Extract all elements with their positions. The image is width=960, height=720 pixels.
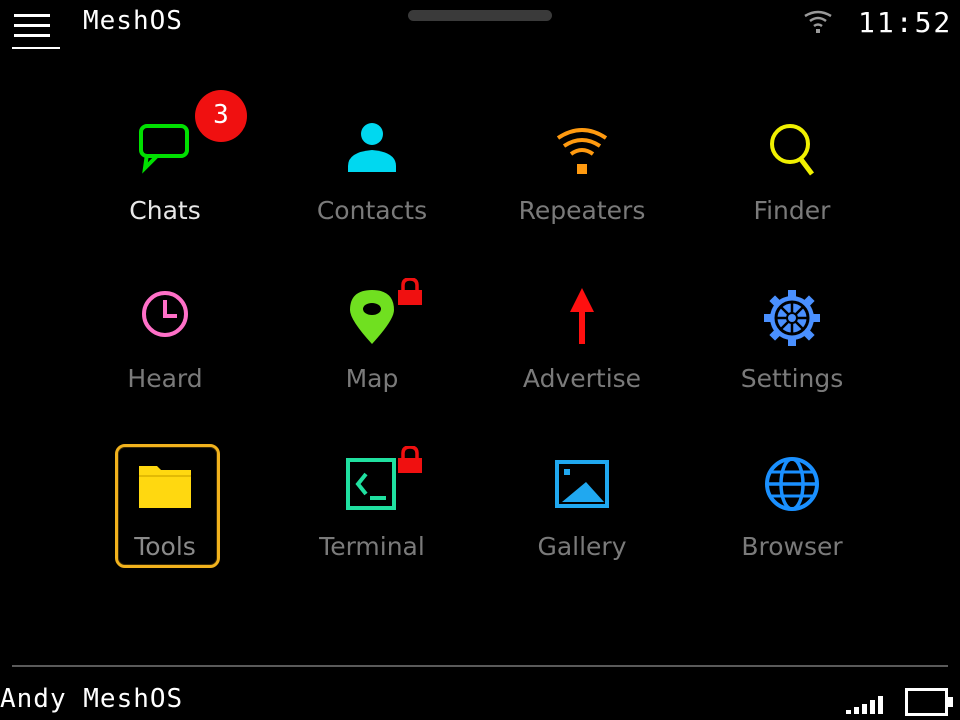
- app-map[interactable]: Map: [272, 288, 472, 418]
- app-label: Repeaters: [518, 196, 646, 225]
- app-label: Finder: [753, 196, 831, 225]
- image-icon: [555, 460, 609, 508]
- app-grid: Chats 3 Contacts Repeaters Finder Heard: [0, 0, 960, 660]
- map-pin-icon: [350, 290, 394, 344]
- app-label: Advertise: [522, 364, 642, 393]
- app-advertise[interactable]: Advertise: [482, 288, 682, 418]
- app-repeaters[interactable]: Repeaters: [482, 120, 682, 250]
- app-label: Tools: [134, 532, 196, 561]
- footer-divider: [12, 665, 948, 667]
- chat-bubble-icon: [139, 124, 189, 174]
- person-icon: [348, 123, 396, 172]
- app-label: Browser: [741, 532, 843, 561]
- app-chats[interactable]: Chats: [65, 120, 265, 250]
- signal-bars-icon[interactable]: [846, 694, 890, 714]
- unread-badge: 3: [195, 90, 247, 142]
- arrow-up-icon: [570, 288, 594, 344]
- app-finder[interactable]: Finder: [692, 120, 892, 250]
- clock-icon: [142, 291, 188, 337]
- app-label: Map: [345, 364, 399, 393]
- battery-icon[interactable]: [905, 688, 955, 716]
- app-label: Terminal: [319, 532, 425, 561]
- terminal-icon: [346, 458, 396, 510]
- app-label: Contacts: [316, 196, 428, 225]
- app-terminal[interactable]: Terminal: [272, 456, 472, 586]
- app-label: Chats: [129, 196, 201, 225]
- app-contacts[interactable]: Contacts: [272, 120, 472, 250]
- app-gallery[interactable]: Gallery: [482, 456, 682, 586]
- app-settings[interactable]: Settings: [692, 288, 892, 418]
- device-name: Andy MeshOS: [0, 684, 184, 714]
- app-label: Settings: [740, 364, 844, 393]
- app-label: Heard: [127, 364, 203, 393]
- magnifier-icon: [770, 124, 814, 176]
- app-heard[interactable]: Heard: [65, 288, 265, 418]
- broadcast-icon: [556, 128, 608, 174]
- app-label: Gallery: [537, 532, 627, 561]
- folder-icon: [139, 466, 191, 508]
- app-browser[interactable]: Browser: [692, 456, 892, 586]
- lock-icon: [398, 446, 422, 473]
- app-tools[interactable]: Tools: [65, 456, 265, 586]
- gear-icon: [764, 290, 820, 346]
- globe-icon: [765, 457, 819, 511]
- lock-icon: [398, 278, 422, 305]
